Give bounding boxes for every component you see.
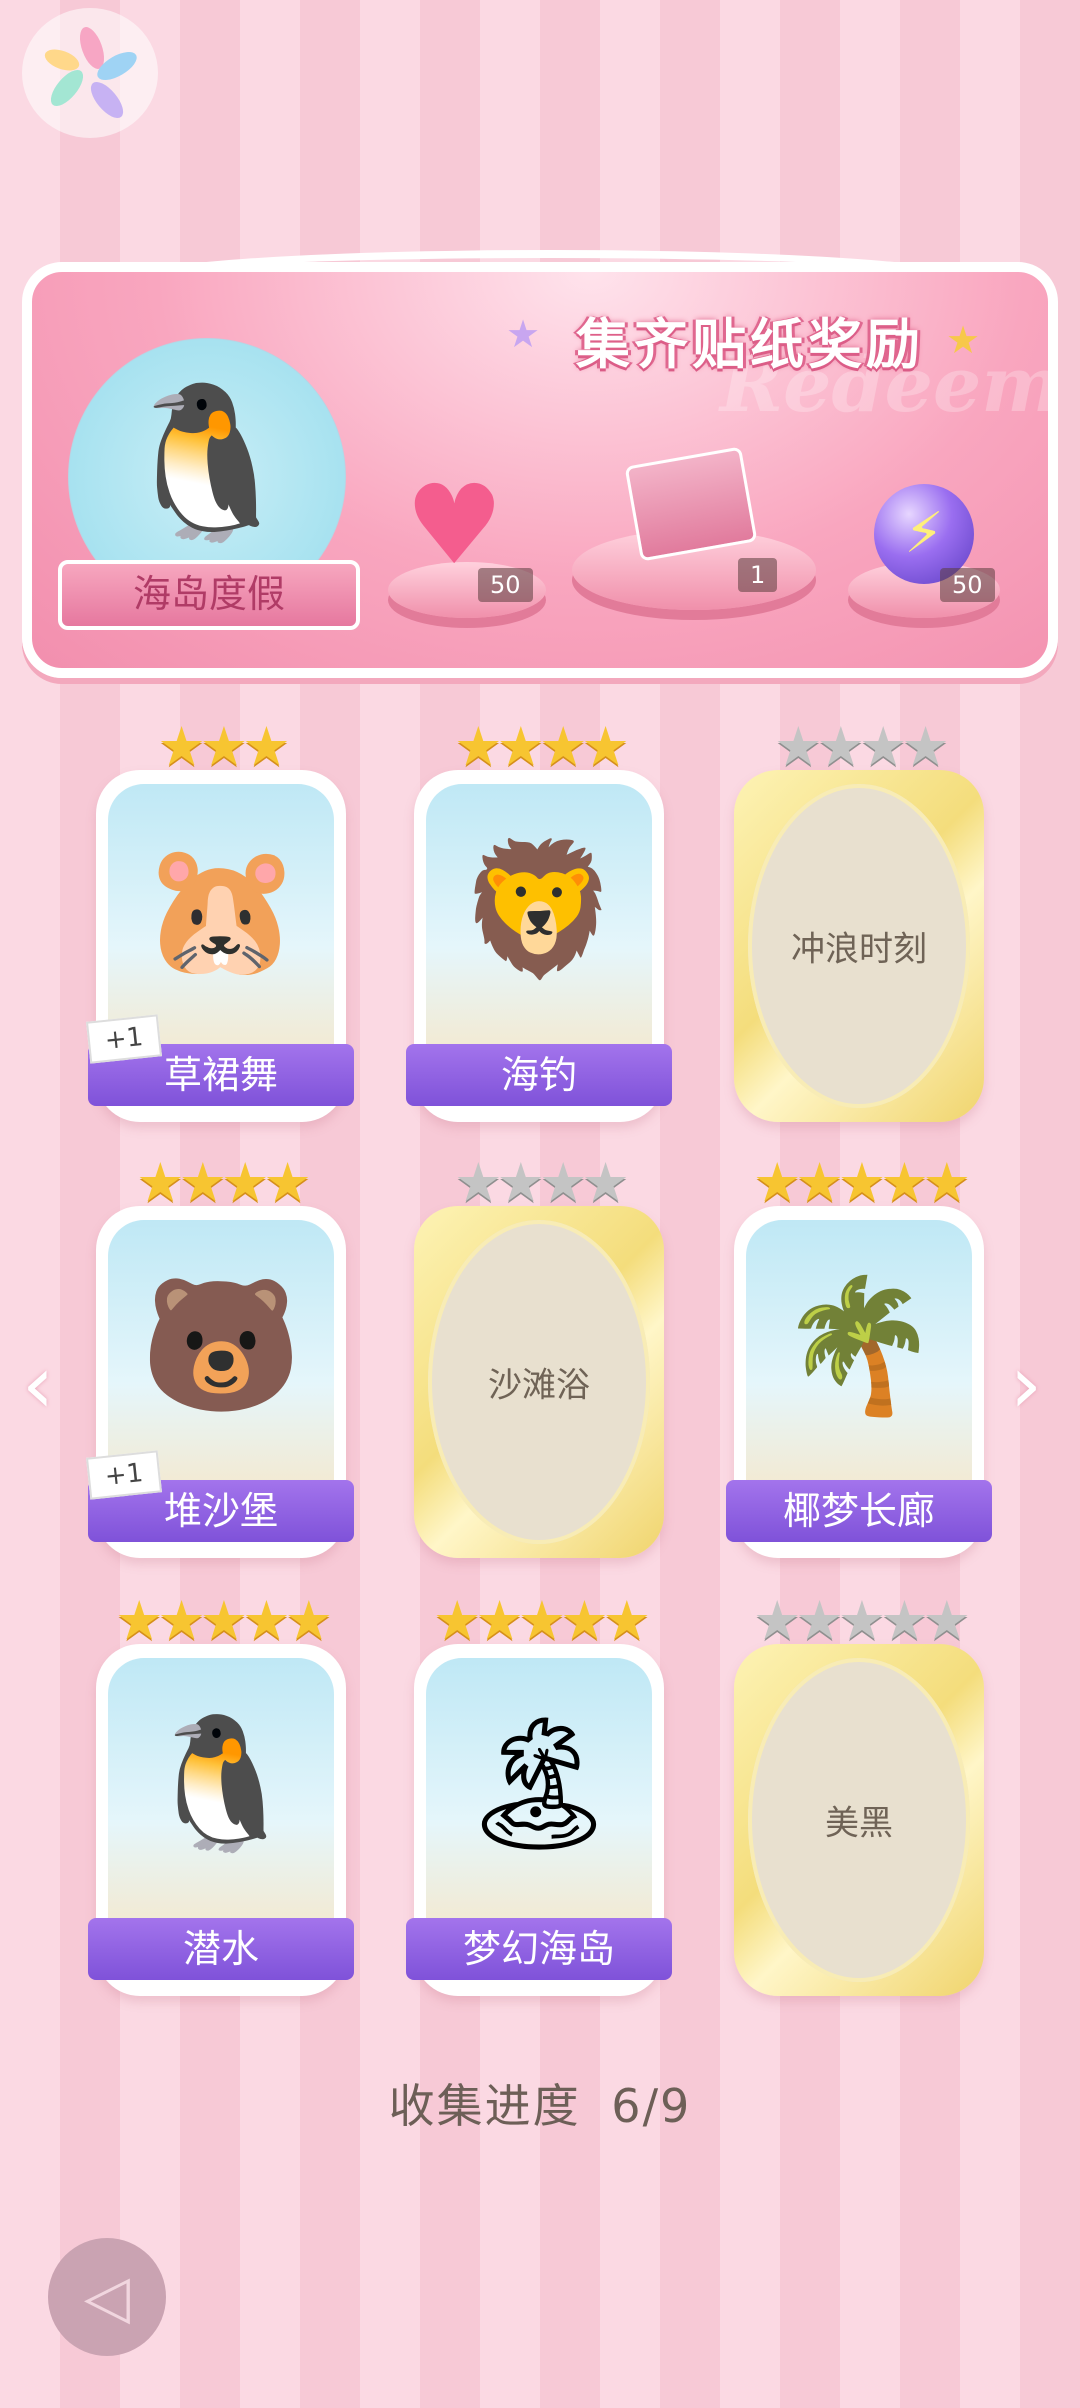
lion-fishing-icon: 🦁 bbox=[458, 833, 620, 985]
star-rating: ★★★ bbox=[157, 715, 290, 778]
star-decoration-icon: ★ bbox=[946, 318, 981, 362]
locked-sticker-placeholder: 冲浪时刻 bbox=[748, 784, 970, 1108]
reward-count: 50 bbox=[478, 568, 533, 602]
sticker-name: 梦幻海岛 bbox=[406, 1918, 672, 1980]
star-rating: ★★★★★ bbox=[432, 1589, 651, 1652]
sticker-art: 🦁 bbox=[426, 784, 652, 1082]
sticker-card[interactable]: 冲浪时刻 bbox=[734, 770, 984, 1122]
star-decoration-icon: ★ bbox=[506, 312, 541, 356]
duplicate-count-tag: +1 bbox=[86, 1450, 162, 1500]
gift-box-icon[interactable] bbox=[624, 446, 758, 562]
next-page-button[interactable]: › bbox=[1010, 1345, 1042, 1425]
star-rating: ★★★★★ bbox=[752, 1589, 971, 1652]
bear-sandcastle-icon: 🐻 bbox=[140, 1269, 302, 1421]
sticker-name: 沙滩浴 bbox=[488, 1365, 590, 1406]
banner-title: 集齐贴纸奖励 bbox=[576, 312, 924, 376]
sticker-name: 海钓 bbox=[406, 1044, 672, 1106]
back-arrow-icon: ◁ bbox=[83, 2262, 131, 2332]
app-logo-icon[interactable] bbox=[22, 8, 158, 138]
sticker-name: 椰梦长廊 bbox=[726, 1480, 992, 1542]
star-rating: ★★★★★ bbox=[752, 1151, 971, 1214]
capybara-hula-icon: 🐹 bbox=[140, 833, 302, 985]
sticker-art: 🌴 bbox=[746, 1220, 972, 1518]
reward-count: 1 bbox=[738, 558, 778, 592]
theme-badge-label: 海岛度假 bbox=[58, 560, 360, 630]
sticker-name: 美黑 bbox=[825, 1803, 893, 1844]
prev-page-button[interactable]: ‹ bbox=[22, 1345, 54, 1425]
sticker-card[interactable]: 🐻 堆沙堡 +1 bbox=[86, 1206, 354, 1558]
sticker-name: 冲浪时刻 bbox=[791, 929, 927, 970]
penguin-snorkel-icon: 🐧 bbox=[113, 376, 301, 550]
reward-count: 50 bbox=[940, 568, 995, 602]
star-rating: ★★★★ bbox=[454, 1151, 630, 1214]
star-rating: ★★★★ bbox=[774, 715, 950, 778]
sticker-art: 🏝 bbox=[426, 1658, 652, 1956]
sticker-card[interactable]: 🏝 梦幻海岛 bbox=[406, 1644, 672, 1996]
sticker-card[interactable]: 🌴 椰梦长廊 bbox=[726, 1206, 992, 1558]
progress-label: 收集进度 bbox=[388, 2079, 581, 2133]
pink-heart-gem-icon[interactable]: ♥ bbox=[405, 470, 504, 580]
star-rating: ★★★★★ bbox=[114, 1589, 333, 1652]
sticker-card[interactable]: 沙滩浴 bbox=[414, 1206, 664, 1558]
beach-hut-icon: 🏝 bbox=[456, 1707, 622, 1859]
sticker-card[interactable]: 🐧 潜水 bbox=[88, 1644, 354, 1996]
star-rating: ★★★★ bbox=[454, 715, 630, 778]
coconut-palms-icon: 🌴 bbox=[778, 1269, 940, 1421]
locked-sticker-placeholder: 沙滩浴 bbox=[428, 1220, 650, 1544]
duplicate-count-tag: +1 bbox=[86, 1014, 162, 1064]
sticker-art: 🐧 bbox=[108, 1658, 334, 1956]
back-button[interactable]: ◁ bbox=[48, 2238, 166, 2356]
sticker-card[interactable]: 美黑 bbox=[734, 1644, 984, 1996]
locked-sticker-placeholder: 美黑 bbox=[748, 1658, 970, 1982]
penguin-diving-icon: 🐧 bbox=[140, 1707, 302, 1859]
progress-value: 6/9 bbox=[611, 2079, 692, 2133]
star-rating: ★★★★ bbox=[136, 1151, 312, 1214]
sticker-card[interactable]: 🦁 海钓 bbox=[406, 770, 672, 1122]
collection-progress: 收集进度 6/9 bbox=[0, 2070, 1080, 2136]
sticker-card[interactable]: 🐹 草裙舞 +1 bbox=[86, 770, 354, 1122]
sticker-name: 潜水 bbox=[88, 1918, 354, 1980]
